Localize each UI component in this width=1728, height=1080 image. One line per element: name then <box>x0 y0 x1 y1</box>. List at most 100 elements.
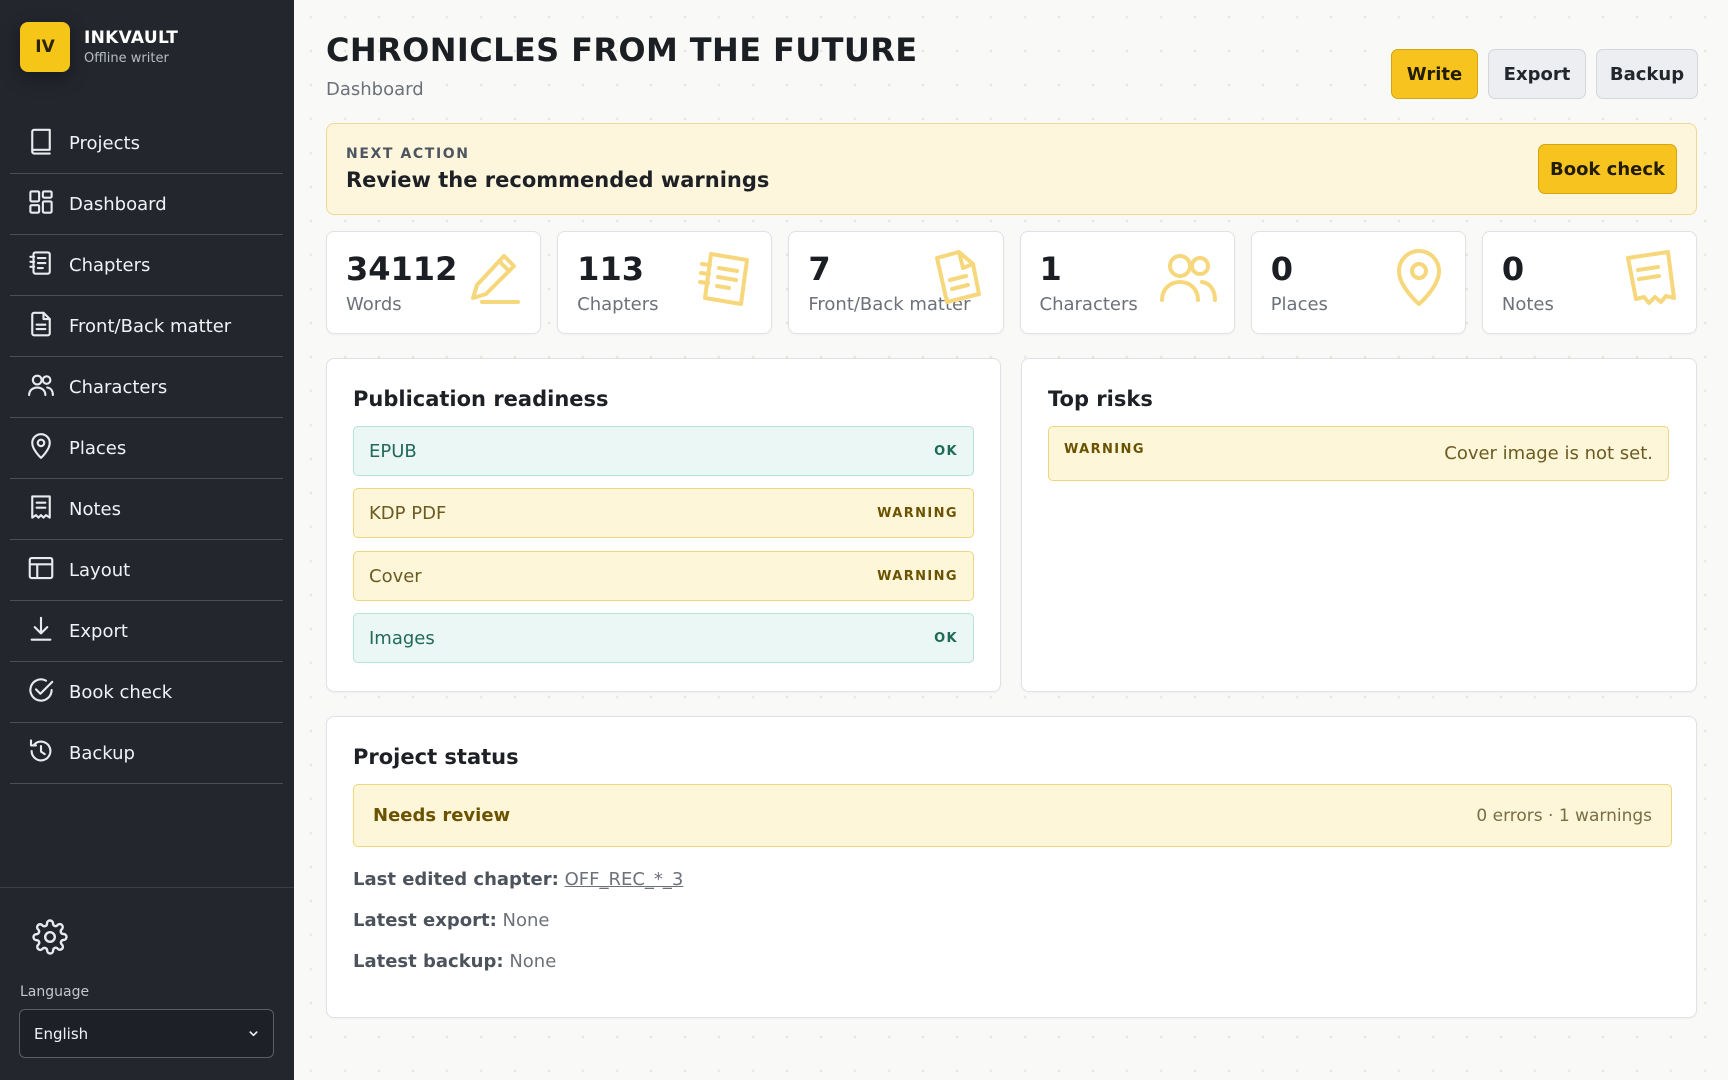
readiness-name: EPUB <box>369 440 417 462</box>
sidebar-item-label: Export <box>69 620 128 642</box>
stat-label: Chapters <box>577 294 659 315</box>
sidebar-item-book-check[interactable]: Book check <box>10 662 283 723</box>
book-icon <box>26 126 56 160</box>
risk-level: WARNING <box>1064 442 1145 457</box>
sidebar-item-layout[interactable]: Layout <box>10 540 283 601</box>
top-risks-card: Top risks WARNING Cover image is not set… <box>1021 358 1697 692</box>
sidebar-item-label: Backup <box>69 742 135 764</box>
app-subtitle: Offline writer <box>84 51 169 66</box>
meta-label: Latest export: <box>353 910 497 931</box>
book-check-button[interactable]: Book check <box>1538 144 1677 194</box>
sidebar-item-front-back-matter[interactable]: Front/Back matter <box>10 296 283 357</box>
stat-value: 0 <box>1501 250 1525 288</box>
chevron-down-icon <box>248 1025 259 1043</box>
sidebar-nav: Projects Dashboard Chapters Front/Back m… <box>10 113 283 784</box>
sidebar-item-label: Dashboard <box>69 193 167 215</box>
users-icon <box>1156 246 1220 310</box>
status-badge: WARNING <box>877 568 958 584</box>
sidebar-item-label: Book check <box>69 681 173 703</box>
sidebar-item-label: Notes <box>69 498 121 520</box>
stat-card-chapters: 113 Chapters <box>557 231 773 334</box>
project-status-card: Project status Needs review 0 errors · 1… <box>326 716 1697 1018</box>
stat-label: Places <box>1270 294 1328 315</box>
header-actions: Write Export Backup <box>1391 49 1698 99</box>
next-action-title: Review the recommended warnings <box>346 168 770 192</box>
stat-card-front-back-matter: 7 Front/Back matter <box>788 231 1004 334</box>
last-edited-line: Last edited chapter: OFF_REC_*_3 <box>353 869 683 890</box>
sidebar-item-dashboard[interactable]: Dashboard <box>10 174 283 235</box>
latest-export-line: Latest export: None <box>353 910 549 931</box>
meta-label: Latest backup: <box>353 951 504 972</box>
map-pin-icon <box>1387 246 1451 310</box>
sidebar-item-backup[interactable]: Backup <box>10 723 283 784</box>
sidebar-item-label: Front/Back matter <box>69 315 232 337</box>
download-icon <box>26 614 56 648</box>
notes-icon <box>26 492 56 526</box>
export-button[interactable]: Export <box>1488 49 1586 99</box>
stat-value: 0 <box>1270 250 1293 288</box>
sidebar-item-projects[interactable]: Projects <box>10 113 283 174</box>
meta-value: None <box>509 951 557 972</box>
stat-label: Notes <box>1501 294 1554 315</box>
status-badge: OK <box>934 443 958 459</box>
language-label: Language <box>20 984 90 1000</box>
write-button[interactable]: Write <box>1391 49 1478 99</box>
gear-icon[interactable] <box>32 919 68 955</box>
stat-value: 1 <box>1039 250 1062 288</box>
stat-value: 7 <box>808 250 831 288</box>
readiness-row-cover: Cover WARNING <box>353 551 974 601</box>
readiness-name: Images <box>369 627 435 649</box>
app-name: INKVAULT <box>84 28 179 48</box>
page-subtitle: Dashboard <box>326 79 424 100</box>
sidebar-item-label: Places <box>69 437 127 459</box>
sidebar-item-places[interactable]: Places <box>10 418 283 479</box>
notebook-icon <box>693 246 757 310</box>
sidebar-footer: Language English <box>0 887 294 1080</box>
language-select[interactable]: English <box>19 1009 274 1058</box>
latest-backup-line: Latest backup: None <box>353 951 556 972</box>
readiness-name: Cover <box>369 565 422 587</box>
card-title: Top risks <box>1048 387 1153 411</box>
language-value: English <box>34 1024 89 1043</box>
risk-item: WARNING Cover image is not set. <box>1048 426 1669 481</box>
next-action-banner: NEXT ACTION Review the recommended warni… <box>326 123 1697 215</box>
chapters-list-icon <box>26 248 56 282</box>
receipt-icon <box>1618 246 1682 310</box>
document-icon <box>925 246 989 310</box>
sidebar-item-label: Layout <box>69 559 131 581</box>
sidebar-item-label: Characters <box>69 376 168 398</box>
layout-icon <box>26 553 56 587</box>
brand: IV INKVAULT Offline writer <box>20 22 178 72</box>
readiness-name: KDP PDF <box>369 502 447 524</box>
readiness-row-kdp-pdf: KDP PDF WARNING <box>353 488 974 538</box>
sidebar-item-characters[interactable]: Characters <box>10 357 283 418</box>
pencil-icon <box>462 246 526 310</box>
backup-button[interactable]: Backup <box>1596 49 1698 99</box>
stat-label: Words <box>346 294 402 315</box>
status-counts: 0 errors · 1 warnings <box>1476 806 1652 826</box>
sidebar-item-label: Projects <box>69 132 140 154</box>
main-content: CHRONICLES FROM THE FUTURE Dashboard Wri… <box>294 0 1728 1080</box>
card-title: Publication readiness <box>353 387 609 411</box>
stat-value: 34112 <box>346 250 458 288</box>
stat-card-places: 0 Places <box>1250 231 1466 334</box>
stats-row: 34112 Words 113 Chapters 7 Front/Back ma… <box>326 231 1698 334</box>
sidebar-item-export[interactable]: Export <box>10 601 283 662</box>
stat-value: 113 <box>577 250 644 288</box>
meta-label: Last edited chapter: <box>353 869 559 890</box>
users-icon <box>26 370 56 404</box>
stat-card-words: 34112 Words <box>326 231 542 334</box>
status-banner: Needs review 0 errors · 1 warnings <box>353 784 1672 847</box>
dashboard-grid-icon <box>26 187 56 221</box>
sidebar-item-chapters[interactable]: Chapters <box>10 235 283 296</box>
card-title: Project status <box>353 745 519 769</box>
sidebar-item-label: Chapters <box>69 254 151 276</box>
history-icon <box>26 736 56 770</box>
last-edited-chapter-link[interactable]: OFF_REC_*_3 <box>565 869 684 890</box>
status-label: Needs review <box>373 805 511 826</box>
stat-label: Characters <box>1039 294 1138 315</box>
meta-value: None <box>502 910 550 931</box>
check-circle-icon <box>26 675 56 709</box>
sidebar-item-notes[interactable]: Notes <box>10 479 283 540</box>
readiness-row-epub: EPUB OK <box>353 426 974 476</box>
